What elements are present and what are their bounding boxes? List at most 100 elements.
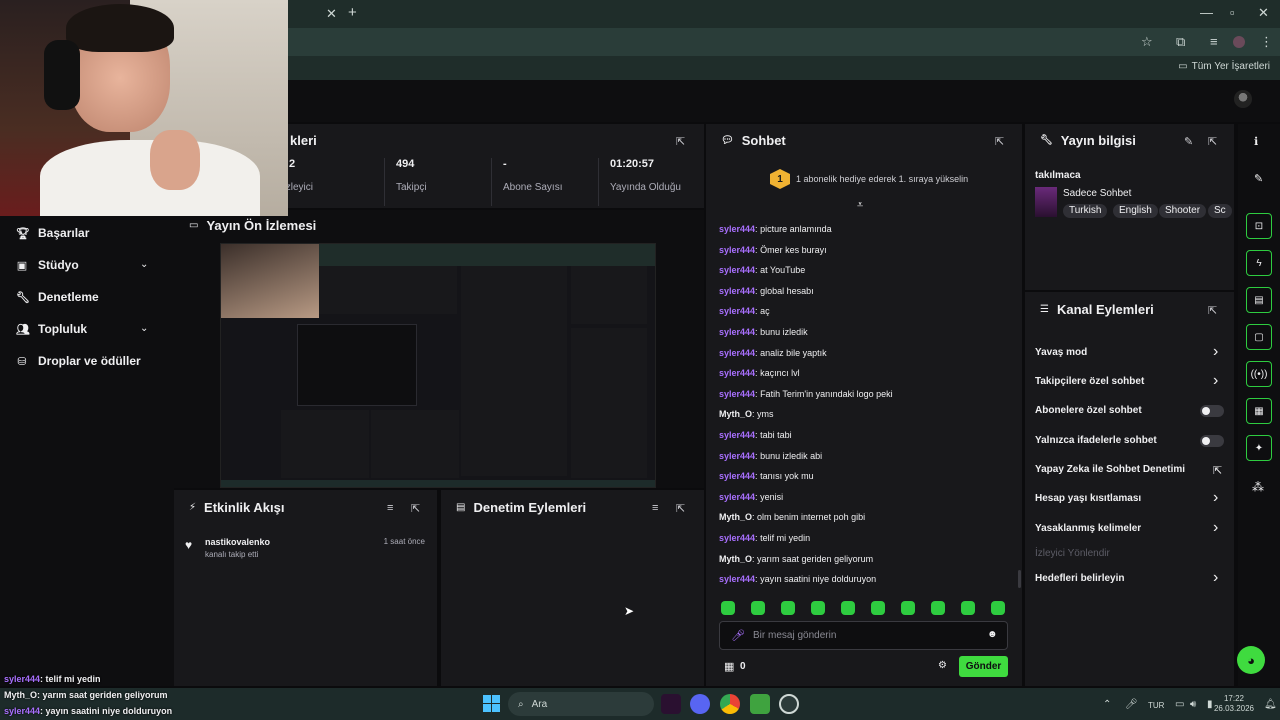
- chat-username[interactable]: Myth_O: [719, 409, 752, 419]
- chat-username[interactable]: Myth_O: [719, 554, 752, 564]
- emote-icon[interactable]: [841, 601, 855, 615]
- chat-username[interactable]: syler444: [719, 451, 755, 461]
- chat-username[interactable]: syler444: [719, 574, 755, 584]
- support-headset-icon[interactable]: ◕: [1237, 646, 1265, 674]
- channel-action-item[interactable]: Abonelere özel sohbet: [1035, 405, 1142, 416]
- chat-username[interactable]: syler444: [719, 368, 755, 378]
- dock-button-tools[interactable]: ✦: [1246, 435, 1272, 461]
- chat-username[interactable]: syler444: [719, 492, 755, 502]
- tag-chip[interactable]: Turkish: [1063, 204, 1108, 218]
- edit-pencil-icon[interactable]: ✎: [1254, 172, 1263, 185]
- gift-banner-text[interactable]: 1 abonelik hediye ederek 1. sıraya yükse…: [796, 174, 968, 184]
- chat-username[interactable]: syler444: [719, 224, 755, 234]
- chat-scrollbar[interactable]: [1018, 570, 1021, 588]
- taskbar-app-chrome[interactable]: [720, 694, 740, 714]
- language-indicator[interactable]: TUR: [1148, 699, 1164, 713]
- sidebar-item-moderation[interactable]: 🔧︎ Denetleme: [16, 288, 99, 306]
- channel-action-item[interactable]: Yalnızca ifadelerle sohbet: [1035, 435, 1157, 446]
- bookmark-star-icon[interactable]: ☆: [1141, 35, 1153, 49]
- emote-icon[interactable]: [781, 601, 795, 615]
- dock-button-clip[interactable]: ⊡: [1246, 213, 1272, 239]
- chevron-right-icon[interactable]: ›: [1213, 373, 1218, 389]
- browser-menu-icon[interactable]: ⋮: [1260, 35, 1273, 49]
- category-thumbnail[interactable]: [1035, 187, 1057, 217]
- taskbar-app-discord[interactable]: [690, 694, 710, 714]
- send-button[interactable]: Gönder: [959, 656, 1008, 677]
- sidebar-item-community[interactable]: 👥︎ Topluluk: [16, 320, 87, 338]
- popout-icon[interactable]: ⇱: [1208, 304, 1217, 317]
- stream-category[interactable]: Sadece Sohbet: [1063, 188, 1131, 199]
- external-link-icon[interactable]: ⇱: [1213, 464, 1222, 477]
- taskbar-app-streaming[interactable]: [750, 694, 770, 714]
- browser-address-bar[interactable]: ☆ ⧉ ≡ ⋮: [288, 28, 1280, 56]
- taskbar-search[interactable]: ⌕ Ara: [508, 692, 654, 716]
- emote-icon[interactable]: [871, 601, 885, 615]
- channel-action-item[interactable]: Yapay Zeka ile Sohbet Denetimi: [1035, 464, 1185, 475]
- chevron-right-icon[interactable]: ›: [1213, 520, 1218, 536]
- tray-chevron-up-icon[interactable]: ⌃: [1103, 698, 1111, 712]
- popout-icon[interactable]: ⇱: [995, 135, 1004, 148]
- toggle-switch[interactable]: [1200, 435, 1224, 447]
- tag-chip[interactable]: English: [1113, 204, 1158, 218]
- battery-icon[interactable]: ▮: [1207, 698, 1213, 712]
- chat-username[interactable]: syler444: [719, 327, 755, 337]
- maximize-icon[interactable]: ▫: [1230, 6, 1235, 20]
- popout-icon[interactable]: ⇱: [676, 135, 685, 148]
- popout-icon[interactable]: ⇱: [676, 502, 685, 515]
- info-icon[interactable]: ℹ: [1254, 135, 1258, 148]
- all-bookmarks-link[interactable]: ▭ Tüm Yer İşaretleri: [1178, 61, 1270, 72]
- channel-action-item[interactable]: Yasaklanmış kelimeler: [1035, 523, 1141, 534]
- media-icon[interactable]: ≡: [1210, 35, 1218, 49]
- event-user[interactable]: nastikovalenko: [205, 537, 270, 547]
- emote-icon[interactable]: [751, 601, 765, 615]
- taskbar-clock[interactable]: 17:22 26.03.2026: [1214, 694, 1254, 714]
- volume-icon[interactable]: 🔊︎: [1190, 698, 1196, 712]
- emote-icon[interactable]: [931, 601, 945, 615]
- edit-pencil-icon[interactable]: ✎: [1184, 135, 1193, 148]
- channel-action-item[interactable]: Takipçilere özel sohbet: [1035, 376, 1144, 387]
- share-icon[interactable]: ⁂: [1252, 480, 1264, 494]
- filter-icon[interactable]: ≡: [387, 502, 393, 514]
- pinned-toggle-icon[interactable]: ⩡: [857, 199, 863, 212]
- chevron-down-icon[interactable]: ⌄: [140, 259, 148, 270]
- stream-preview-video[interactable]: [220, 243, 656, 488]
- start-button[interactable]: [483, 695, 500, 712]
- chevron-down-icon[interactable]: ⌄: [140, 323, 148, 334]
- chevron-right-icon[interactable]: ›: [1213, 344, 1218, 360]
- points-icon[interactable]: ▦: [724, 660, 734, 673]
- chat-username[interactable]: syler444: [719, 286, 755, 296]
- chat-username[interactable]: syler444: [719, 533, 755, 543]
- emote-icon[interactable]: [991, 601, 1005, 615]
- channel-action-item[interactable]: Hedefleri belirleyin: [1035, 573, 1124, 584]
- popout-icon[interactable]: ⇱: [1208, 135, 1217, 148]
- chevron-right-icon[interactable]: ›: [1213, 570, 1218, 586]
- new-tab-icon[interactable]: +: [348, 5, 357, 20]
- dock-button-chat[interactable]: ▢: [1246, 324, 1272, 350]
- chat-username[interactable]: syler444: [719, 306, 755, 316]
- chat-username[interactable]: syler444: [719, 265, 755, 275]
- sidebar-item-achievements[interactable]: 🏆︎ Başarılar: [16, 224, 89, 242]
- taskbar-app-media[interactable]: [661, 694, 681, 714]
- emote-icon[interactable]: [961, 601, 975, 615]
- toggle-switch[interactable]: [1200, 405, 1224, 417]
- network-icon[interactable]: ▭: [1175, 698, 1184, 712]
- chat-username[interactable]: syler444: [719, 389, 755, 399]
- emoji-icon[interactable]: ☻: [987, 629, 998, 640]
- emote-icon[interactable]: [721, 601, 735, 615]
- popout-icon[interactable]: ⇱: [411, 502, 420, 515]
- profile-avatar-icon[interactable]: [1233, 36, 1245, 48]
- channel-action-item[interactable]: Hesap yaşı kısıtlaması: [1035, 493, 1141, 504]
- dock-button-broadcast[interactable]: ((•)): [1246, 361, 1272, 387]
- tag-chip[interactable]: Shooter: [1159, 204, 1207, 218]
- tag-chip[interactable]: Sc: [1208, 204, 1232, 218]
- minimize-icon[interactable]: —: [1200, 6, 1213, 20]
- taskbar-app-obs[interactable]: [779, 694, 799, 714]
- dock-button-notes[interactable]: ▤: [1246, 287, 1272, 313]
- close-tab-icon[interactable]: ✕: [326, 7, 337, 21]
- emote-icon[interactable]: [811, 601, 825, 615]
- microphone-icon[interactable]: 🎤︎: [1125, 698, 1138, 712]
- sidebar-item-studio[interactable]: ▣ Stüdyo: [16, 256, 79, 274]
- emote-icon[interactable]: [901, 601, 915, 615]
- chat-username[interactable]: syler444: [719, 245, 755, 255]
- chat-username[interactable]: syler444: [719, 471, 755, 481]
